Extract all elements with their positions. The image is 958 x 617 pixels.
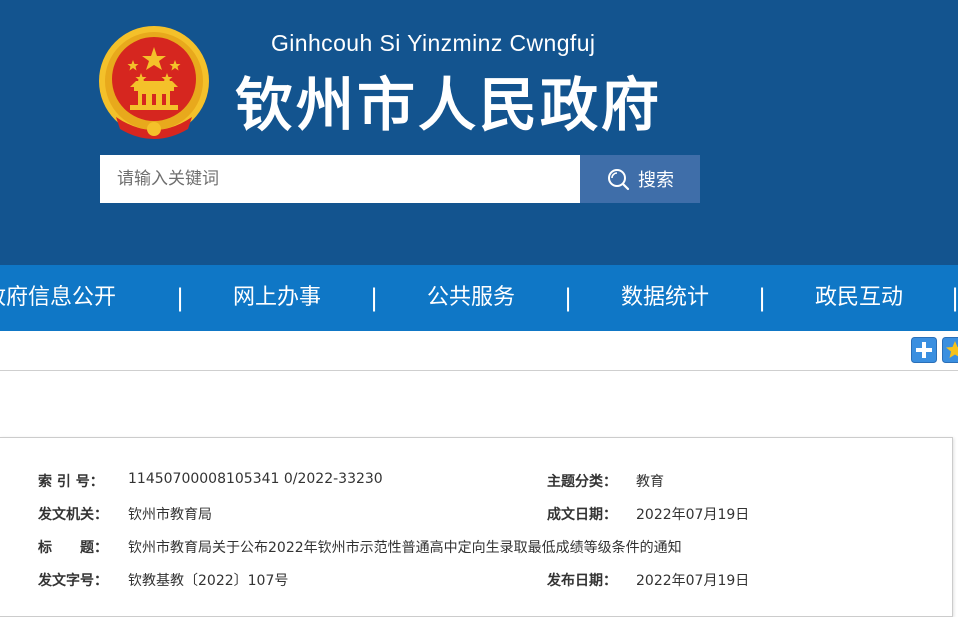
search-button[interactable]: 搜索 xyxy=(580,155,700,203)
nav-separator: | xyxy=(370,284,379,312)
written-date-value: 2022年07月19日 xyxy=(636,507,750,523)
toolbar xyxy=(0,331,958,371)
nav-separator: | xyxy=(564,284,573,312)
search-button-label: 搜索 xyxy=(638,170,674,191)
publish-date-value: 2022年07月19日 xyxy=(636,573,750,589)
document-number-value: 钦教基教〔2022〕107号 xyxy=(128,573,289,589)
site-subtitle: Ginhcouh Si Yinzminz Cwngfuj xyxy=(271,30,596,56)
publish-date-label: 发布日期： xyxy=(547,573,617,589)
document-info-box: 索 引 号： 11450700008105341 0/2022-33230 主题… xyxy=(0,437,953,617)
site-title[interactable]: 钦州市人民政府 xyxy=(235,70,662,140)
star-icon[interactable] xyxy=(942,337,958,363)
title-value: 钦州市教育局关于公布2022年钦州市示范性普通高中定向生录取最低成绩等级条件的通… xyxy=(128,540,682,556)
national-emblem-icon xyxy=(99,26,209,139)
nav-separator: | xyxy=(758,284,767,312)
nav-item-gov-info[interactable]: 政府信息公开 xyxy=(0,265,116,331)
index-number-value: 11450700008105341 0/2022-33230 xyxy=(128,471,383,487)
nav-separator: | xyxy=(951,284,958,312)
topic-value: 教育 xyxy=(636,474,664,490)
main-nav: 政府信息公开 | 网上办事 | 公共服务 | 数据统计 | 政民互动 | xyxy=(0,265,958,331)
plus-icon[interactable] xyxy=(911,337,937,363)
title-label: 标 题： xyxy=(38,540,108,556)
topic-label: 主题分类： xyxy=(547,474,617,490)
search-input[interactable] xyxy=(100,155,580,203)
issuer-value: 钦州市教育局 xyxy=(128,507,212,523)
nav-item-public-services[interactable]: 公共服务 xyxy=(427,265,515,331)
search-icon xyxy=(608,169,630,191)
document-number-label: 发文字号： xyxy=(38,573,108,589)
nav-item-interaction[interactable]: 政民互动 xyxy=(815,265,903,331)
written-date-label: 成文日期： xyxy=(547,507,617,523)
issuer-label: 发文机关： xyxy=(38,507,108,523)
nav-separator: | xyxy=(176,284,185,312)
index-number-label: 索 引 号： xyxy=(38,474,104,490)
page: Ginhcouh Si Yinzminz Cwngfuj 钦州市人民政府 搜索 … xyxy=(0,0,958,617)
nav-item-statistics[interactable]: 数据统计 xyxy=(621,265,709,331)
nav-item-online-services[interactable]: 网上办事 xyxy=(233,265,321,331)
site-header: Ginhcouh Si Yinzminz Cwngfuj 钦州市人民政府 搜索 xyxy=(0,0,958,265)
